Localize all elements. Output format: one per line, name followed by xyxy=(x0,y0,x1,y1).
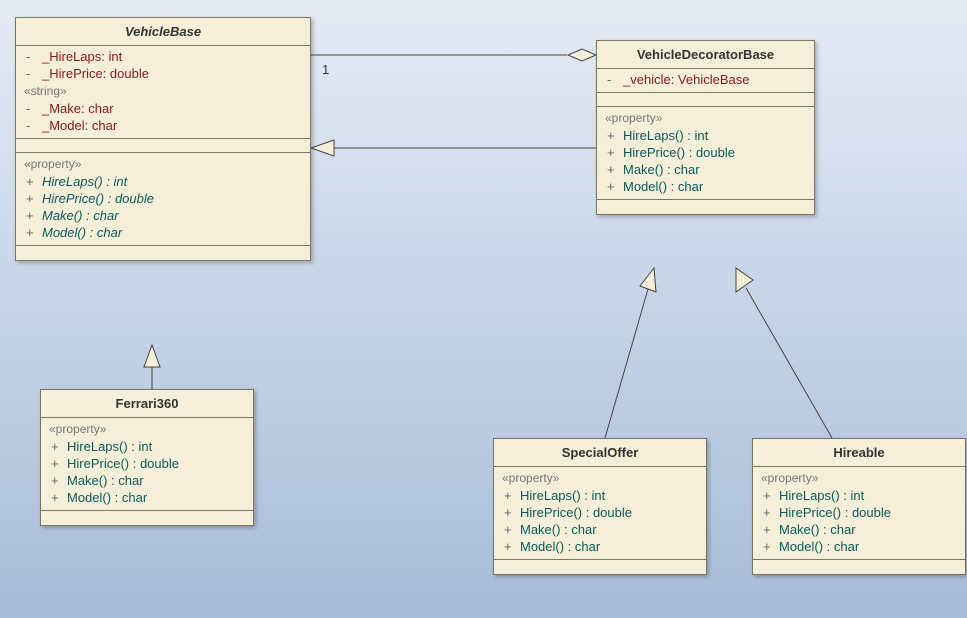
attrs-section: -_vehicle: VehicleBase xyxy=(597,69,814,93)
class-title: Ferrari360 xyxy=(41,390,253,418)
ops-section: «property» +HireLaps() : int +HirePrice(… xyxy=(494,467,706,560)
attrs-section-1: -_HireLaps: int -_HirePrice: double «str… xyxy=(16,46,310,139)
class-hireable[interactable]: Hireable «property» +HireLaps() : int +H… xyxy=(752,438,966,575)
class-vehiclebase[interactable]: VehicleBase -_HireLaps: int -_HirePrice:… xyxy=(15,17,311,261)
class-specialoffer[interactable]: SpecialOffer «property» +HireLaps() : in… xyxy=(493,438,707,575)
ops-section: «property» +HireLaps() : int +HirePrice(… xyxy=(41,418,253,511)
class-title: VehicleDecoratorBase xyxy=(597,41,814,69)
class-title: SpecialOffer xyxy=(494,439,706,467)
class-vehicledecoratorbase[interactable]: VehicleDecoratorBase -_vehicle: VehicleB… xyxy=(596,40,815,215)
ops-section: «property» +HireLaps() : int +HirePrice(… xyxy=(597,107,814,200)
class-title: VehicleBase xyxy=(16,18,310,46)
ops-section: «property» +HireLaps() : int +HirePrice(… xyxy=(753,467,965,560)
ops-section: «property» +HireLaps() : int +HirePrice(… xyxy=(16,153,310,246)
class-ferrari360[interactable]: Ferrari360 «property» +HireLaps() : int … xyxy=(40,389,254,526)
class-title: Hireable xyxy=(753,439,965,467)
multiplicity-label: 1 xyxy=(322,62,329,77)
